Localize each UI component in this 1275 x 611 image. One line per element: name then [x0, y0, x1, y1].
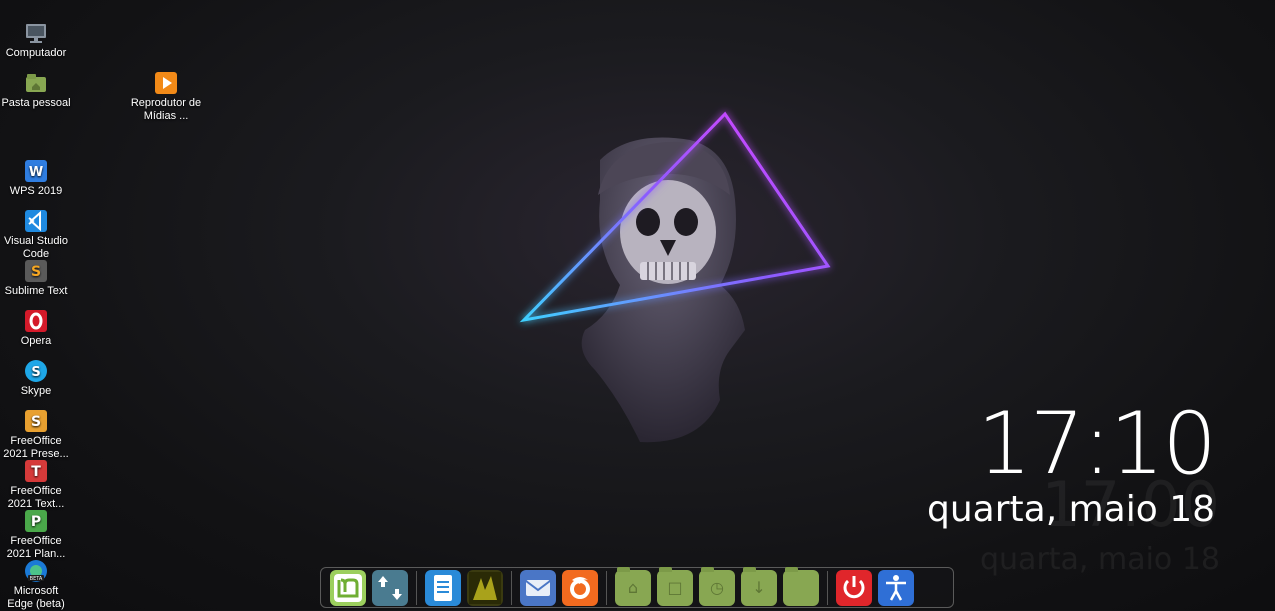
- clock-date: quarta, maio 18: [927, 489, 1215, 530]
- mail-button[interactable]: [520, 569, 556, 606]
- svg-text:T: T: [31, 464, 41, 480]
- desktop-icon-label: Reprodutor de Mídias ...: [130, 97, 202, 122]
- edge-beta-icon: BETA: [25, 560, 47, 582]
- svg-text:S: S: [31, 365, 40, 380]
- dock-separator: [511, 570, 512, 605]
- skype-icon: S: [25, 360, 47, 382]
- freeoffice-presentations-icon: S: [25, 410, 47, 432]
- document-icon: [434, 574, 452, 601]
- recent-folder-icon: ◷: [710, 578, 724, 597]
- image-thumbnail-icon: [469, 571, 501, 604]
- svg-text:BETA: BETA: [30, 576, 43, 582]
- image-viewer-button[interactable]: [467, 569, 503, 606]
- desktop-icon-sublime[interactable]: S Sublime Text: [0, 260, 72, 298]
- update-manager-icon: [378, 575, 402, 600]
- documents-folder-icon: □: [667, 578, 683, 597]
- mail-icon: [525, 579, 551, 596]
- dock: ⌂ □ ◷ ↓: [320, 566, 954, 608]
- desktop-icon-vscode[interactable]: Visual Studio Code: [0, 210, 72, 261]
- sublime-icon: S: [25, 260, 47, 282]
- documents-folder-button[interactable]: □: [657, 566, 693, 606]
- desktop-icon-label: Skype: [20, 385, 52, 397]
- dock-separator: [827, 570, 828, 605]
- vscode-icon: [25, 210, 47, 232]
- wps-icon: W: [25, 160, 47, 182]
- accessibility-button[interactable]: [878, 569, 914, 606]
- freeoffice-textmaker-icon: T: [25, 460, 47, 482]
- desktop-icon-opera[interactable]: Opera: [0, 310, 72, 348]
- desktop-icon-edge-beta[interactable]: BETA Microsoft Edge (beta): [0, 560, 72, 611]
- recent-folder-button[interactable]: ◷: [699, 566, 735, 606]
- downloads-folder-icon: ↓: [752, 578, 766, 597]
- clock-reflection-date: quarta, maio 18: [980, 542, 1220, 577]
- dock-separator: [606, 570, 607, 605]
- desktop-icon-label: FreeOffice 2021 Prese...: [3, 435, 69, 460]
- desktop-icon-label: Sublime Text: [4, 285, 68, 297]
- update-manager-button[interactable]: [372, 569, 408, 606]
- desktop-icon-media-player[interactable]: Reprodutor de Mídias ...: [130, 72, 202, 123]
- folder-icon: [783, 570, 819, 606]
- desktop-icon-wps[interactable]: W WPS 2019: [0, 160, 72, 198]
- freeoffice-planmaker-icon: P: [25, 510, 47, 532]
- desktop-icon-label: FreeOffice 2021 Plan...: [6, 535, 66, 560]
- svg-text:S: S: [31, 414, 41, 430]
- desktop-icon-label: Microsoft Edge (beta): [7, 585, 65, 610]
- home-folder-icon: ⌂: [627, 578, 639, 597]
- opera-icon: [25, 310, 47, 332]
- desktop-icon-home-folder[interactable]: Pasta pessoal: [0, 72, 72, 110]
- computer-icon: [25, 22, 47, 44]
- clock-time: 17:10: [977, 394, 1217, 494]
- desktop-icon-label: Visual Studio Code: [3, 235, 68, 260]
- power-icon: [843, 575, 865, 598]
- dock-separator: [416, 570, 417, 605]
- accessibility-icon: [886, 574, 906, 601]
- firefox-icon: [570, 576, 590, 599]
- desktop-clock: 17:10 quarta, maio 18: [927, 394, 1217, 530]
- desktop-icon-label: Opera: [20, 335, 52, 347]
- home-folder-button[interactable]: ⌂: [615, 566, 651, 606]
- downloads-folder-button[interactable]: ↓: [741, 566, 777, 606]
- desktop-icon-skype[interactable]: S Skype: [0, 360, 72, 398]
- mint-logo-icon: [334, 573, 362, 602]
- svg-text:P: P: [31, 514, 41, 530]
- desktop-icon-label: Pasta pessoal: [1, 97, 71, 109]
- desktop-icon-label: FreeOffice 2021 Text...: [7, 485, 65, 510]
- text-editor-button[interactable]: [425, 569, 461, 606]
- media-player-icon: [155, 72, 177, 94]
- folder-button[interactable]: [783, 566, 819, 606]
- firefox-button[interactable]: [562, 569, 598, 606]
- home-folder-icon: [25, 72, 47, 94]
- svg-text:W: W: [29, 165, 43, 180]
- desktop-icon-label: WPS 2019: [9, 185, 63, 197]
- desktop-icon-freeoffice-textmaker[interactable]: T FreeOffice 2021 Text...: [0, 460, 72, 511]
- desktop-icon-computer[interactable]: Computador: [0, 22, 72, 60]
- svg-text:S: S: [31, 264, 41, 280]
- desktop-icon-label: Computador: [5, 47, 67, 59]
- desktop-icon-freeoffice-planmaker[interactable]: P FreeOffice 2021 Plan...: [0, 510, 72, 561]
- desktop-icon-freeoffice-presentations[interactable]: S FreeOffice 2021 Prese...: [0, 410, 72, 461]
- wallpaper-skull-art: [519, 111, 831, 443]
- mint-menu-button[interactable]: [330, 569, 366, 606]
- shutdown-button[interactable]: [836, 569, 872, 606]
